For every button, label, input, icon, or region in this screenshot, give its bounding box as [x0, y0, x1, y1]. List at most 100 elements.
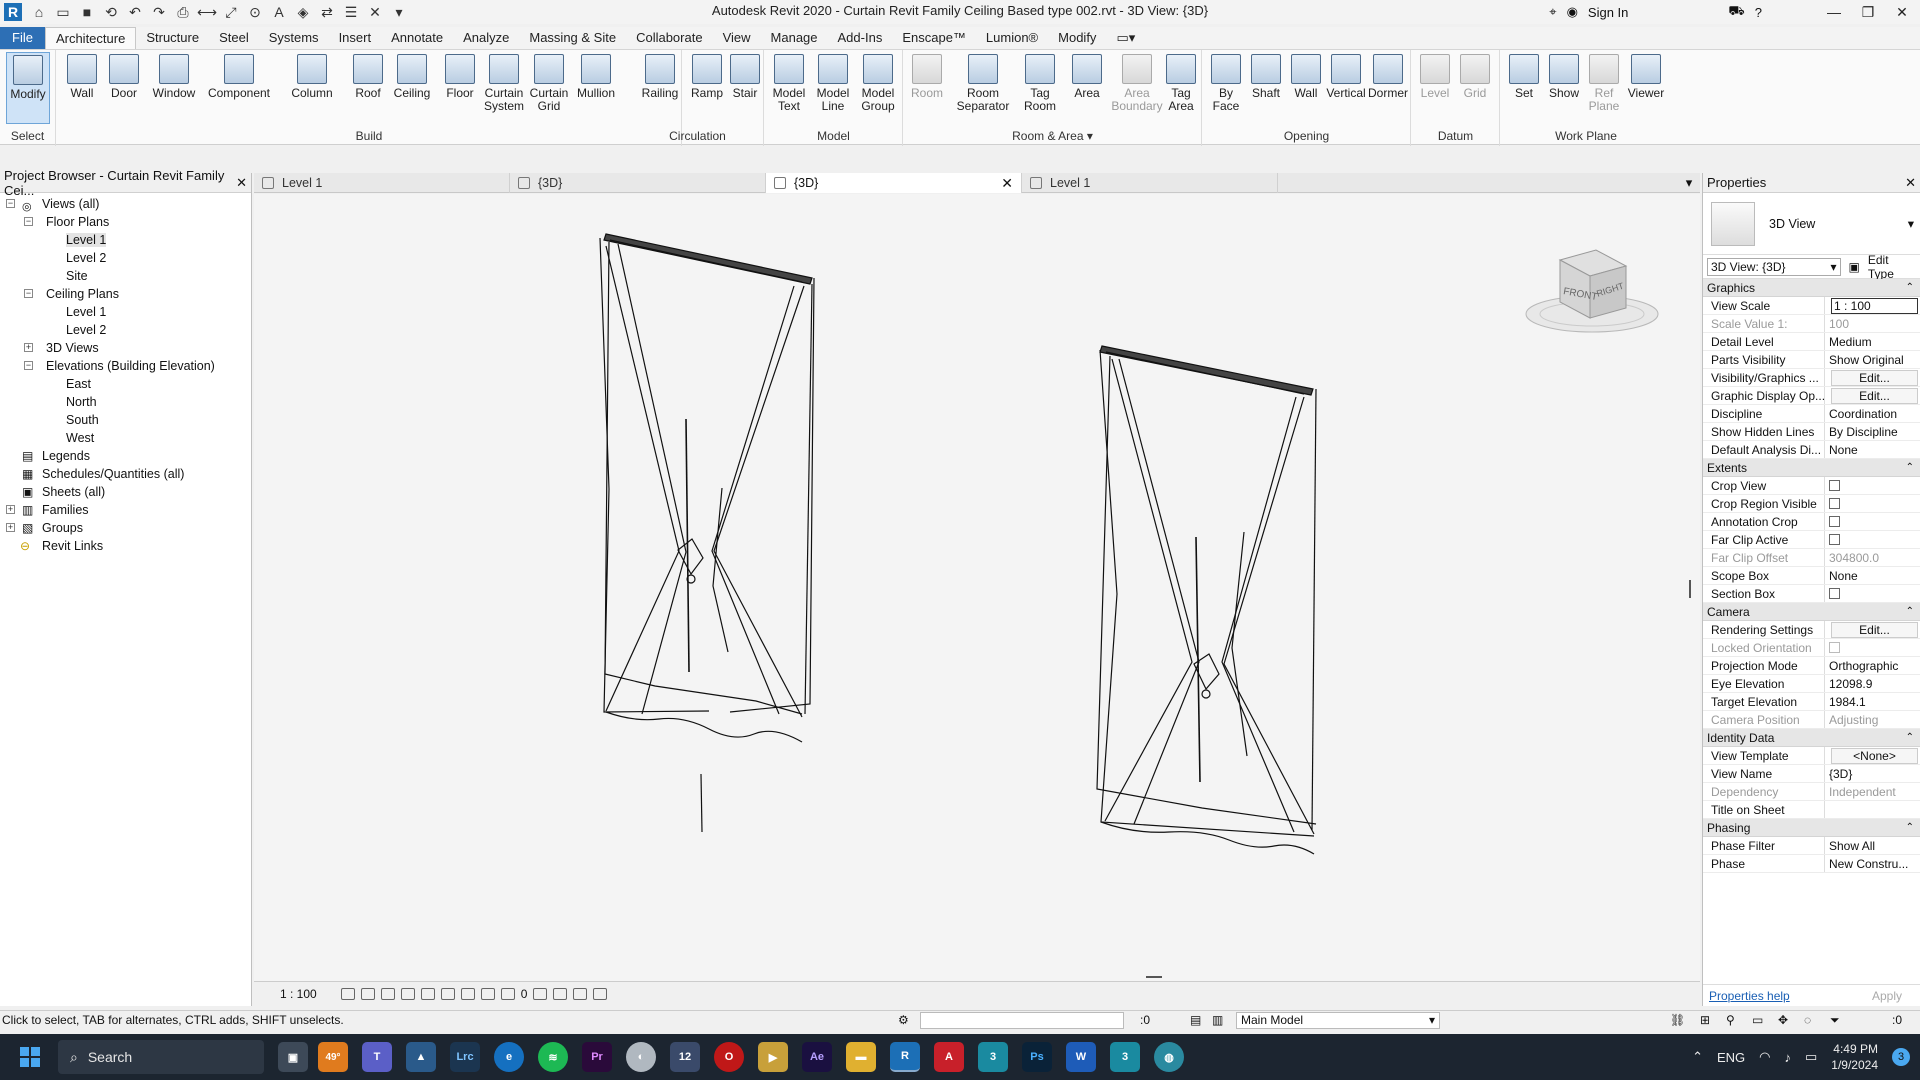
tree-ceiling-plans[interactable]: − Ceiling Plans — [0, 285, 251, 303]
drag-elements-icon[interactable]: ✥ — [1778, 1011, 1788, 1030]
tree-ceiling-plan-level-2[interactable]: Level 2 — [0, 321, 251, 339]
tab-steel[interactable]: Steel — [209, 27, 259, 49]
cart-icon[interactable]: ⛟ — [1728, 3, 1744, 21]
view-tab-3d[interactable]: {3D} — [510, 173, 766, 193]
view-tab-level-1[interactable]: Level 1 — [254, 173, 510, 193]
after-effects-icon[interactable]: Ae — [802, 1042, 832, 1072]
revit-taskbar-icon[interactable]: R — [890, 1042, 920, 1072]
shaft-button[interactable]: Shaft — [1245, 52, 1287, 122]
curtain-grid-button[interactable]: Curtain Grid — [527, 52, 571, 122]
tree-elevation-east[interactable]: East — [0, 375, 251, 393]
default-3d-icon[interactable]: ◈ — [292, 2, 314, 22]
photoshop-icon[interactable]: Ps — [1022, 1042, 1052, 1072]
edit-type-button[interactable]: Edit Type — [1868, 253, 1916, 281]
floor-button[interactable]: Floor — [439, 52, 481, 122]
section-extents[interactable]: Extents ⌃ — [1703, 459, 1920, 477]
prop-far-clip-active[interactable]: Far Clip Active — [1703, 531, 1920, 549]
filter-icon[interactable]: ⏷ — [1830, 1011, 1840, 1030]
properties-help-link[interactable]: Properties help — [1709, 989, 1790, 1003]
prop-projection-mode[interactable]: Projection Mode Orthographic — [1703, 657, 1920, 675]
view-template-button[interactable]: <None> — [1831, 748, 1918, 764]
file-explorer-icon[interactable]: ▬ — [846, 1042, 876, 1072]
print-icon[interactable]: ⎙ — [172, 2, 194, 22]
select-underlay-icon[interactable]: ⊞ — [1700, 1011, 1710, 1030]
expand-icon[interactable]: + — [6, 505, 15, 514]
visual-style-icon[interactable] — [360, 988, 375, 1000]
close-icon[interactable]: ✕ — [236, 175, 247, 191]
section-graphics[interactable]: Graphics ⌃ — [1703, 279, 1920, 297]
language-indicator[interactable]: ENG — [1717, 1050, 1745, 1065]
customize-qat-icon[interactable]: ▾ — [388, 2, 410, 22]
sun-path-icon[interactable] — [380, 988, 395, 1000]
home-icon[interactable]: ⌂ — [28, 2, 50, 22]
video-player-icon[interactable]: ▶ — [758, 1042, 788, 1072]
design-options-icon[interactable]: ▤ — [1190, 1011, 1201, 1030]
prop-eye-elevation[interactable]: Eye Elevation 12098.9 — [1703, 675, 1920, 693]
save-icon[interactable]: ■ — [76, 2, 98, 22]
help-icon[interactable]: ? — [1755, 5, 1762, 20]
prop-view-name[interactable]: View Name {3D} — [1703, 765, 1920, 783]
tab-analyze[interactable]: Analyze — [453, 27, 519, 49]
section-camera[interactable]: Camera ⌃ — [1703, 603, 1920, 621]
tree-views-all[interactable]: − ◎ Views (all) — [0, 195, 251, 213]
component-button[interactable]: Component — [203, 52, 275, 122]
photos-icon[interactable]: ▲ — [406, 1042, 436, 1072]
prop-visibility-graphics[interactable]: Visibility/Graphics ... Edit... — [1703, 369, 1920, 387]
section-identity-data[interactable]: Identity Data ⌃ — [1703, 729, 1920, 747]
text-icon[interactable]: A — [268, 2, 290, 22]
notification-badge[interactable]: 3 — [1892, 1048, 1910, 1066]
prop-crop-region[interactable]: Crop Region Visible — [1703, 495, 1920, 513]
highlight-displacement-icon[interactable] — [593, 988, 608, 1000]
wall-button[interactable]: Wall — [61, 52, 103, 122]
opening-wall-button[interactable]: Wall — [1285, 52, 1327, 122]
curtain-model-left[interactable] — [599, 233, 815, 833]
tab-architecture[interactable]: Architecture — [44, 27, 137, 49]
worksharing-icon[interactable] — [553, 988, 568, 1000]
reveal-hidden-icon[interactable] — [533, 988, 548, 1000]
tree-revit-links[interactable]: ⊖ Revit Links — [0, 537, 251, 555]
detail-level-icon[interactable] — [340, 988, 355, 1000]
open-icon[interactable]: ▭ — [52, 2, 74, 22]
group-label-select[interactable]: Select — [0, 129, 55, 143]
close-icon[interactable]: ✕ — [1890, 4, 1914, 21]
prop-view-scale[interactable]: View Scale 1 : 100 — [1703, 297, 1920, 315]
collapse-icon[interactable]: − — [6, 199, 15, 208]
tag-icon[interactable]: ⊙ — [244, 2, 266, 22]
tab-add-ins[interactable]: Add-Ins — [828, 27, 893, 49]
close-icon[interactable]: ✕ — [1001, 173, 1013, 193]
edge-icon[interactable]: e — [494, 1042, 524, 1072]
prop-annotation-crop[interactable]: Annotation Crop — [1703, 513, 1920, 531]
grid-button[interactable]: Grid — [1454, 52, 1496, 122]
clock[interactable]: 4:49 PM 1/9/2024 — [1831, 1041, 1878, 1073]
tree-elevation-west[interactable]: West — [0, 429, 251, 447]
lock-3d-icon[interactable] — [480, 988, 495, 1000]
crop-view-icon[interactable] — [440, 988, 455, 1000]
select-links-icon[interactable]: ⛓ — [1670, 1011, 1685, 1030]
exclude-options-icon[interactable]: ▥ — [1212, 1011, 1223, 1030]
close-icon[interactable]: ✕ — [1905, 175, 1916, 191]
spotify-icon[interactable]: ≋ — [538, 1042, 568, 1072]
ref-plane-button[interactable]: Ref Plane — [1583, 52, 1625, 122]
annotation-crop-checkbox[interactable] — [1829, 516, 1840, 528]
drawing-area[interactable]: FRONT RIGHT — [254, 194, 1700, 981]
mullion-button[interactable]: Mullion — [573, 52, 619, 122]
task-view-icon[interactable]: ▣ — [278, 1042, 308, 1072]
select-pinned-icon[interactable]: ⚲ — [1726, 1011, 1735, 1030]
show-button[interactable]: Show — [1543, 52, 1585, 122]
collapse-icon[interactable]: − — [24, 289, 33, 298]
collapse-icon[interactable]: − — [24, 217, 33, 226]
by-face-button[interactable]: By Face — [1205, 52, 1247, 122]
background-process-icon[interactable]: ◌ — [1804, 1011, 1811, 1030]
globe-app-icon[interactable]: ◐ — [626, 1042, 656, 1072]
prop-discipline[interactable]: Discipline Coordination — [1703, 405, 1920, 423]
prop-default-analysis[interactable]: Default Analysis Di... None — [1703, 441, 1920, 459]
lightroom-icon[interactable]: Lrc — [450, 1042, 480, 1072]
far-clip-checkbox[interactable] — [1829, 534, 1840, 546]
3d-model-canvas[interactable]: FRONT RIGHT — [254, 194, 1700, 981]
level-button[interactable]: Level — [1414, 52, 1456, 122]
section-box-checkbox[interactable] — [1829, 588, 1840, 600]
tree-legends[interactable]: ▤ Legends — [0, 447, 251, 465]
teams-icon[interactable]: T — [362, 1042, 392, 1072]
model-text-button[interactable]: Model Text — [767, 52, 811, 122]
temporary-hide-icon[interactable] — [500, 988, 515, 1000]
